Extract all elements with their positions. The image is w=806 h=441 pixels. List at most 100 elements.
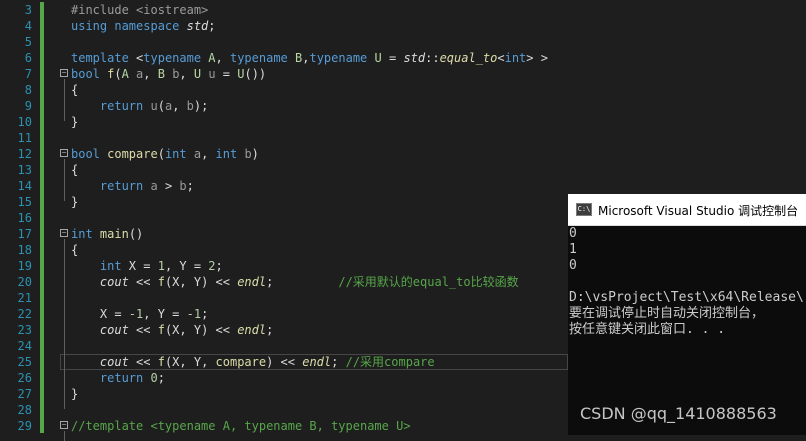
code-text: using namespace std;	[71, 18, 216, 34]
code-token: ;	[266, 323, 274, 337]
line-number: 8	[24, 83, 32, 97]
code-line[interactable]: 13 {	[0, 162, 806, 178]
fold-region-line	[64, 239, 65, 409]
code-text: {	[71, 162, 78, 178]
code-line[interactable]: 7− bool f(A a, B b, U u = U())	[0, 66, 806, 82]
code-token: U	[193, 67, 209, 81]
code-token: ;	[266, 275, 339, 289]
code-token: typename	[229, 51, 296, 65]
code-token: typename	[143, 51, 209, 65]
code-token: ,	[215, 51, 230, 65]
line-number: 5	[24, 35, 32, 49]
code-line[interactable]: 9 return u(a, b);	[0, 98, 806, 114]
code-token: ;	[208, 19, 216, 33]
code-token: int	[71, 227, 100, 241]
fold-toggle-icon[interactable]: −	[60, 69, 68, 77]
fold-toggle-icon[interactable]: −	[60, 149, 68, 157]
line-number: 7	[24, 67, 32, 81]
code-token: ()	[128, 227, 144, 241]
code-token: return	[71, 179, 151, 193]
code-token: ())	[244, 67, 267, 81]
code-token: bool	[71, 147, 108, 161]
code-token: u	[150, 99, 158, 113]
code-line[interactable]: 8{	[0, 82, 806, 98]
code-token: //template <typename A, typename B, type…	[71, 419, 411, 433]
code-text: cout << f(X, Y) << endl; //采用默认的equal_to…	[71, 274, 519, 290]
code-token: return	[71, 99, 151, 113]
code-token: U	[374, 51, 382, 65]
code-line[interactable]: 6 template <typename A, typename B,typena…	[0, 50, 806, 66]
code-token: , Y =	[164, 259, 209, 273]
code-token: //采用compare	[345, 355, 435, 369]
code-token: b	[244, 147, 252, 161]
line-number: 17	[17, 227, 32, 241]
code-token: {	[71, 243, 79, 257]
code-token: template	[71, 51, 137, 65]
code-text: X = -1, Y = -1;	[71, 306, 208, 322]
code-token: ;	[201, 307, 209, 321]
line-number: 15	[17, 195, 32, 209]
code-line[interactable]: 3 #include <iostream>	[0, 2, 806, 18]
code-token: ::	[425, 51, 440, 65]
code-text: cout << f(X, Y) << endl;	[71, 322, 273, 338]
line-number: 27	[17, 387, 32, 401]
code-text: int main()	[71, 226, 143, 242]
code-line[interactable]: 12− bool compare(int a, int b)	[0, 146, 806, 162]
console-line: 0	[569, 258, 577, 273]
code-text: #include <iostream>	[71, 2, 208, 18]
code-line[interactable]: 4 using namespace std;	[0, 18, 806, 34]
code-token: X =	[71, 307, 129, 321]
code-token: A	[208, 51, 216, 65]
code-token: f	[157, 275, 165, 289]
line-number: 16	[17, 211, 32, 225]
code-line[interactable]: 10}	[0, 114, 806, 130]
fold-toggle-icon[interactable]: −	[60, 229, 68, 237]
line-number: 10	[17, 115, 32, 129]
code-token: #include <iostream>	[71, 3, 209, 17]
code-token: ,	[201, 147, 216, 161]
code-token: compare	[107, 147, 158, 161]
code-token: b	[179, 179, 187, 193]
line-number: 28	[17, 403, 32, 417]
line-number: 19	[17, 259, 32, 273]
code-token: );	[193, 99, 209, 113]
code-token: }	[71, 195, 79, 209]
code-text: bool f(A a, B b, U u = U())	[71, 66, 266, 82]
debug-console-window[interactable]: C:\ Microsoft Visual Studio 调试控制台 0 1 0 D:\…	[568, 194, 806, 435]
code-text: return a > b;	[71, 178, 194, 194]
code-token: f	[157, 323, 165, 337]
code-line[interactable]: 25 cout << f(X, Y, compare) << endl; //采…	[18, 354, 568, 370]
code-token: A	[121, 67, 137, 81]
code-token: a	[150, 179, 158, 193]
code-token: ,	[179, 67, 194, 81]
fold-toggle-icon[interactable]: −	[60, 421, 68, 429]
line-number: 23	[17, 323, 32, 337]
code-token: }	[71, 387, 79, 401]
code-line[interactable]: 5	[0, 34, 806, 50]
code-text: {	[71, 82, 78, 98]
line-number: 6	[24, 51, 32, 65]
code-token: ;	[215, 259, 223, 273]
code-token: -1	[128, 307, 144, 321]
code-text: }	[71, 194, 78, 210]
code-token: cout	[99, 323, 129, 337]
code-token: u	[208, 67, 216, 81]
line-number: 4	[24, 19, 32, 33]
code-text: int X = 1, Y = 2;	[71, 258, 223, 274]
console-titlebar[interactable]: C:\ Microsoft Visual Studio 调试控制台	[568, 194, 806, 226]
line-number: 13	[17, 163, 32, 177]
code-token: using namespace	[71, 19, 187, 33]
code-line[interactable]: 14 return a > b;	[0, 178, 806, 194]
line-number: 12	[17, 147, 32, 161]
code-token: <<	[128, 275, 158, 289]
code-token: }	[71, 115, 79, 129]
code-token: (	[157, 147, 165, 161]
line-number: 9	[24, 99, 32, 113]
code-token: return	[71, 371, 151, 385]
code-token: int	[71, 259, 129, 273]
line-number: 25	[17, 355, 32, 369]
code-line[interactable]: 11	[0, 130, 806, 146]
